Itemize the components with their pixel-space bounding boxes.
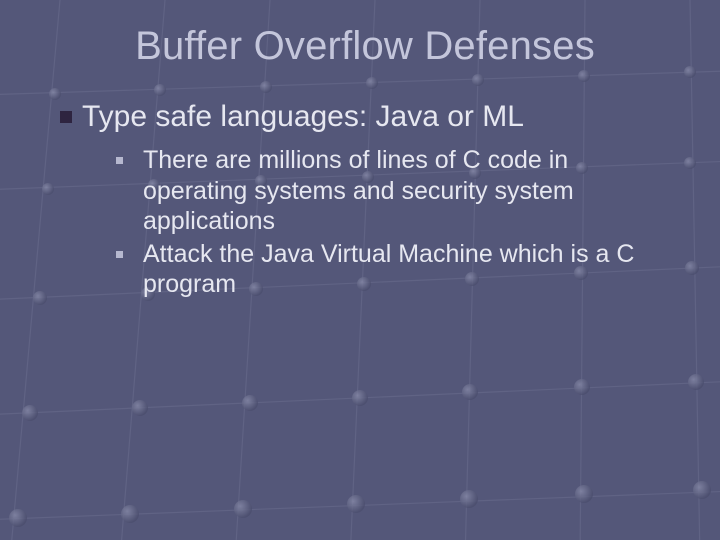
bullet-level1: Type safe languages: Java or ML	[60, 99, 670, 135]
slide: Buffer Overflow Defenses Type safe langu…	[0, 0, 720, 540]
slide-title: Buffer Overflow Defenses	[60, 24, 670, 69]
bullet-level2-text: Attack the Java Virtual Machine which is…	[143, 239, 670, 300]
bullet-level1-text: Type safe languages: Java or ML	[82, 99, 524, 135]
square-bullet-small-icon	[116, 157, 123, 164]
square-bullet-small-icon	[116, 251, 123, 258]
bullet-level2: Attack the Java Virtual Machine which is…	[116, 239, 670, 300]
bullet-level2-text: There are millions of lines of C code in…	[143, 145, 670, 237]
square-bullet-icon	[60, 111, 72, 123]
bullet-level2: There are millions of lines of C code in…	[116, 145, 670, 237]
